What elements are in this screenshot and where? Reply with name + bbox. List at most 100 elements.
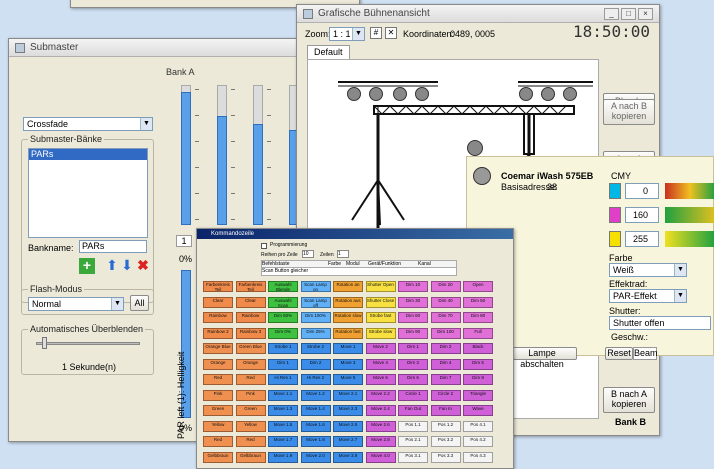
moving-head-icon[interactable] — [467, 140, 483, 156]
patch-command-button[interactable]: Rotation an — [333, 281, 363, 292]
yellow-input[interactable]: 255 — [625, 231, 659, 247]
patch-command-button[interactable]: Rotation aus — [333, 296, 363, 308]
auto-fade-slider[interactable] — [36, 342, 140, 345]
patch-command-button[interactable]: Move 1.3 — [268, 405, 298, 416]
shutter-select[interactable]: Shutter offen — [609, 316, 711, 330]
patch-command-button[interactable]: Strobe slow — [365, 327, 396, 339]
patch-command-button[interactable]: Scan Lamp on — [300, 281, 331, 292]
patch-command-button[interactable]: Farbenkreis Teil — [235, 281, 266, 292]
magenta-input[interactable]: 160 — [625, 207, 659, 223]
patch-command-button[interactable]: Dim 2 — [300, 358, 331, 370]
moving-head-icon[interactable] — [415, 87, 429, 101]
minimize-icon[interactable]: _ — [604, 7, 619, 20]
stage-titlebar[interactable]: Grafische Bühnenansicht _ □ × — [297, 5, 659, 23]
moving-head-icon[interactable] — [347, 87, 361, 101]
patch-command-button[interactable]: Clear — [235, 296, 266, 308]
patch-command-button[interactable]: Pos 1.2 — [430, 420, 461, 432]
patch-command-button[interactable]: Move 2.1 — [333, 389, 363, 401]
patch-command-button[interactable]: Dim 90 — [398, 327, 428, 339]
fader-bar[interactable] — [253, 124, 263, 225]
patch-command-button[interactable]: Hi Res 1 — [268, 374, 298, 385]
patch-command-button[interactable]: Move 2.3 — [333, 405, 363, 416]
arrow-down-icon[interactable]: ⬇ — [120, 258, 134, 274]
moving-head-icon[interactable] — [393, 87, 407, 101]
mode-select[interactable]: Crossfade ▼ — [23, 117, 153, 131]
patch-command-button[interactable]: Gelbbraun — [235, 451, 266, 463]
patch-command-button[interactable]: Open — [463, 281, 493, 292]
fader-bar[interactable] — [217, 116, 227, 225]
patch-command-button[interactable]: Triangle — [463, 389, 493, 401]
patch-command-button[interactable]: Circle 2 — [430, 389, 461, 401]
patch-command-button[interactable]: Strobe 1 — [268, 343, 298, 354]
patch-command-button[interactable]: Shutter Open — [365, 281, 396, 292]
patch-command-button[interactable]: Dim 8 — [463, 374, 493, 385]
patch-command-button[interactable]: Dim 0% — [268, 327, 298, 339]
patch-command-button[interactable]: Farbenkreis Teil — [203, 281, 233, 292]
tab-beam[interactable]: Beam — [633, 347, 658, 360]
patch-command-button[interactable]: Dim 70 — [430, 312, 461, 323]
program-checkbox[interactable] — [261, 243, 267, 249]
patch-command-button[interactable]: Pink — [203, 389, 233, 401]
patch-command-button[interactable]: Dim 7 — [430, 374, 461, 385]
patch-command-button[interactable]: Move 6 — [365, 374, 396, 385]
patch-command-button[interactable]: Move 2.2 — [365, 389, 396, 401]
patch-command-button[interactable]: Dim 3 — [398, 358, 428, 370]
flash-select[interactable]: Normal ▼ — [28, 297, 124, 311]
patch-command-button[interactable]: Move 1.5 — [268, 420, 298, 432]
patch-command-button[interactable]: Move 1.8 — [300, 436, 331, 447]
patch-command-button[interactable]: Move 1.6 — [300, 420, 331, 432]
patch-command-button[interactable]: Move 1.4 — [300, 405, 331, 416]
patch-command-button[interactable]: Move 2.6 — [365, 420, 396, 432]
patch-command-button[interactable]: Move 2.4 — [365, 405, 396, 416]
patch-command-button[interactable]: Clear — [203, 296, 233, 308]
patch-command-button[interactable]: Dim 50 — [463, 296, 493, 308]
bank-list-item[interactable]: PARs — [29, 149, 147, 160]
patch-command-button[interactable]: Green Blue — [235, 343, 266, 354]
patch-command-button[interactable]: Move 1.7 — [268, 436, 298, 447]
moving-head-icon[interactable] — [369, 87, 383, 101]
patch-command-button[interactable]: Dim 100% — [300, 312, 331, 323]
patch-first-row[interactable]: Scan Button gleicher — [261, 268, 457, 276]
patch-command-button[interactable]: Dim 80 — [463, 312, 493, 323]
patch-command-button[interactable]: Pos 3.3 — [430, 451, 461, 463]
patch-command-button[interactable]: Move 4 — [365, 358, 396, 370]
patch-command-button[interactable]: Orange Blue — [203, 343, 233, 354]
patch-command-button[interactable]: Move 2.0 — [300, 451, 331, 463]
patch-command-button[interactable]: Rotation fast — [333, 327, 363, 339]
patch-command-button[interactable]: Dim 100 — [430, 327, 461, 339]
grid-icon[interactable]: # — [370, 27, 382, 39]
patch-command-button[interactable]: Dim 10 — [398, 281, 428, 292]
patch-command-button[interactable]: Dim 40 — [430, 296, 461, 308]
patch-command-button[interactable]: Rainbow 2 — [203, 327, 233, 339]
patch-command-button[interactable]: Move 1 — [333, 343, 363, 354]
patch-command-button[interactable]: Move 2 — [365, 343, 396, 354]
patch-command-button[interactable]: Strobe fast — [365, 312, 396, 323]
patch-command-button[interactable]: Rainbow — [235, 312, 266, 323]
patch-command-button[interactable]: Shutter Close — [365, 296, 396, 308]
patch-command-button[interactable]: Red — [235, 374, 266, 385]
patch-command-button[interactable]: Move 2.8 — [365, 436, 396, 447]
moving-head-icon[interactable] — [541, 87, 555, 101]
patch-command-button[interactable]: Green — [203, 405, 233, 416]
patch-command-button[interactable]: Yellow — [235, 420, 266, 432]
zoom-select[interactable]: 1 : 1 ▼ — [329, 27, 365, 41]
patch-command-button[interactable]: Rainbow — [203, 312, 233, 323]
patch-command-button[interactable]: Green — [235, 405, 266, 416]
patch-command-button[interactable]: Pos 1.1 — [398, 420, 428, 432]
maximize-icon[interactable]: □ — [621, 7, 636, 20]
patch-command-button[interactable]: Pos 2.1 — [398, 436, 428, 447]
patch-command-button[interactable]: Circle 1 — [398, 389, 428, 401]
patch-command-button[interactable]: Move 1.9 — [268, 451, 298, 463]
patch-command-button[interactable]: Rotation slow — [333, 312, 363, 323]
patch-command-button[interactable]: Gelbbraun — [203, 451, 233, 463]
patch-command-button[interactable]: Scan Lamp off — [300, 296, 331, 308]
patch-command-button[interactable]: Dim 1 — [268, 358, 298, 370]
moving-head-icon[interactable] — [563, 87, 577, 101]
patch-command-button[interactable]: Dim 4 — [430, 358, 461, 370]
lamp-off-button[interactable]: Lampe abschalten — [507, 347, 577, 369]
fader-bar[interactable] — [181, 92, 191, 225]
bankname-input[interactable]: PARs — [79, 240, 147, 253]
patch-command-button[interactable]: Move 5 — [333, 374, 363, 385]
patch-command-button[interactable]: Move 4.0 — [365, 451, 396, 463]
patch-command-button[interactable]: Pos 4.2 — [463, 436, 493, 447]
